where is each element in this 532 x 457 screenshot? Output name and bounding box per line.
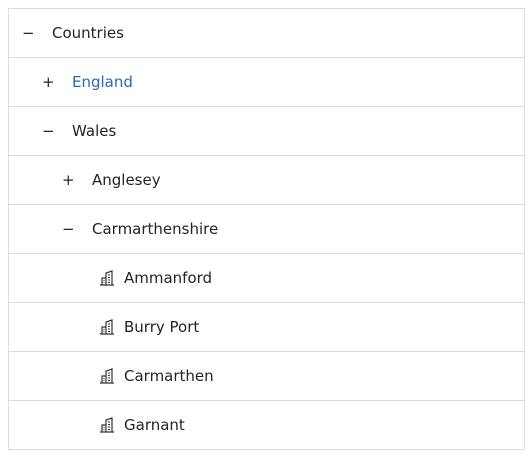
tree-node-label: Carmarthenshire: [92, 219, 219, 238]
tree-node-wales[interactable]: − Wales: [9, 107, 524, 156]
building-icon: [99, 368, 115, 384]
location-tree: − Countries + England − Wales + Anglesey…: [8, 8, 525, 450]
tree-node-carmarthen[interactable]: Carmarthen: [9, 352, 524, 401]
tree-node-england[interactable]: + England: [9, 58, 524, 107]
expand-icon[interactable]: +: [42, 74, 55, 90]
tree-node-burry-port[interactable]: Burry Port: [9, 303, 524, 352]
tree-node-label: Anglesey: [92, 170, 161, 189]
tree-node-label: Burry Port: [124, 317, 200, 336]
tree-node-countries[interactable]: − Countries: [9, 9, 524, 58]
building-icon: [99, 417, 115, 433]
tree-node-label: Countries: [52, 23, 124, 42]
tree-node-label[interactable]: England: [72, 74, 133, 90]
tree-node-garnant[interactable]: Garnant: [9, 401, 524, 450]
collapse-icon[interactable]: −: [62, 221, 75, 237]
tree-node-anglesey[interactable]: + Anglesey: [9, 156, 524, 205]
tree-node-label: Garnant: [124, 415, 185, 434]
tree-node-label: Carmarthen: [124, 366, 214, 385]
collapse-icon[interactable]: −: [42, 123, 55, 139]
tree-node-ammanford[interactable]: Ammanford: [9, 254, 524, 303]
tree-node-carmarthenshire[interactable]: − Carmarthenshire: [9, 205, 524, 254]
building-icon: [99, 319, 115, 335]
collapse-icon[interactable]: −: [22, 25, 35, 41]
tree-node-label: Ammanford: [124, 268, 213, 287]
tree-node-label: Wales: [72, 121, 117, 140]
building-icon: [99, 270, 115, 286]
expand-icon[interactable]: +: [62, 172, 75, 188]
